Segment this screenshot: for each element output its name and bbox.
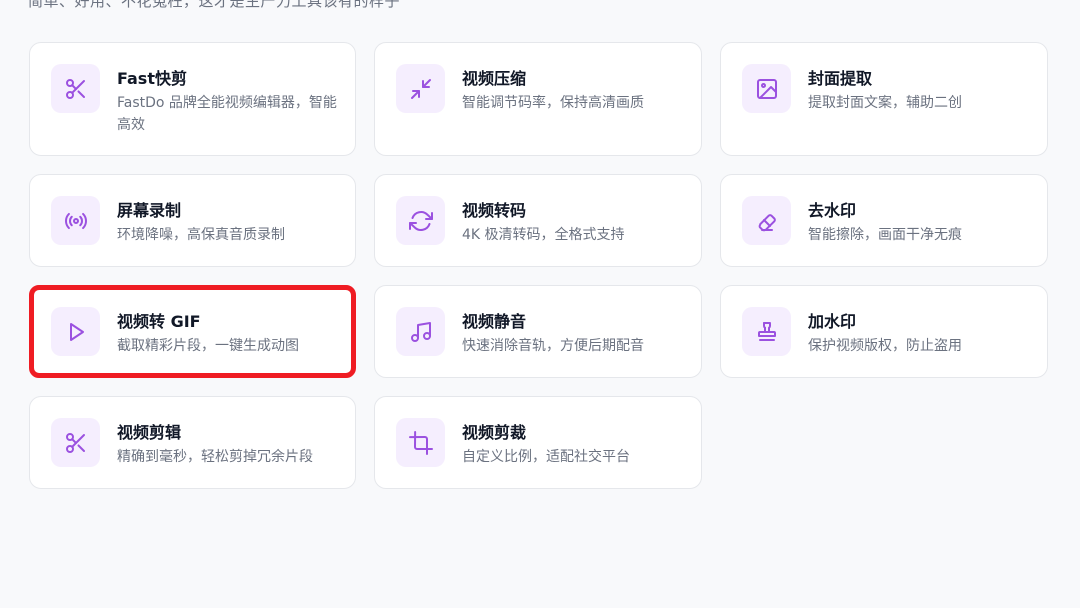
- tool-title: 视频转码: [462, 201, 527, 220]
- play-icon: [51, 307, 100, 356]
- tool-card-video-clip[interactable]: 视频剪辑 精确到毫秒，轻松剪掉冗余片段: [29, 396, 356, 489]
- tool-desc: 自定义比例，适配社交平台: [462, 449, 630, 465]
- eraser-icon: [742, 196, 791, 245]
- tool-title: Fast快剪: [117, 69, 187, 88]
- tool-desc: 保护视频版权，防止盗用: [808, 338, 962, 354]
- tool-title: 视频转 GIF: [117, 312, 201, 331]
- tool-desc: 提取封面文案，辅助二创: [808, 95, 962, 111]
- tool-desc: FastDo 品牌全能视频编辑器，智能高效: [117, 95, 337, 133]
- tool-title: 视频剪裁: [462, 423, 527, 442]
- tool-desc: 智能调节码率，保持高清画质: [462, 95, 644, 111]
- tool-title: 视频静音: [462, 312, 527, 331]
- music-icon: [396, 307, 445, 356]
- tool-title: 去水印: [808, 201, 857, 220]
- tool-grid: Fast快剪 FastDo 品牌全能视频编辑器，智能高效 视频压缩 智能调节码率…: [29, 42, 1048, 489]
- tool-title: 屏幕录制: [117, 201, 182, 220]
- tool-card-screen-record[interactable]: 屏幕录制 环境降噪，高保真音质录制: [29, 174, 356, 267]
- tool-card-fast-edit[interactable]: Fast快剪 FastDo 品牌全能视频编辑器，智能高效: [29, 42, 356, 156]
- tool-card-video-to-gif[interactable]: 视频转 GIF 截取精彩片段，一键生成动图: [29, 285, 356, 378]
- tool-card-video-compress[interactable]: 视频压缩 智能调节码率，保持高清画质: [374, 42, 702, 156]
- compress-icon: [396, 64, 445, 113]
- refresh-icon: [396, 196, 445, 245]
- tool-desc: 精确到毫秒，轻松剪掉冗余片段: [117, 449, 313, 465]
- page-subtitle: 简单、好用、不花冤枉，这才是生产力工具该有的样子: [28, 0, 401, 10]
- stamp-icon: [742, 307, 791, 356]
- tool-desc: 4K 极清转码，全格式支持: [462, 227, 625, 243]
- tool-title: 视频压缩: [462, 69, 527, 88]
- scissors-icon: [51, 64, 100, 113]
- tool-desc: 截取精彩片段，一键生成动图: [117, 338, 299, 354]
- tool-card-add-watermark[interactable]: 加水印 保护视频版权，防止盗用: [720, 285, 1048, 378]
- crop-icon: [396, 418, 445, 467]
- tool-title: 封面提取: [808, 69, 873, 88]
- tool-title: 加水印: [808, 312, 857, 331]
- tool-card-cover-extract[interactable]: 封面提取 提取封面文案，辅助二创: [720, 42, 1048, 156]
- broadcast-icon: [51, 196, 100, 245]
- tool-desc: 环境降噪，高保真音质录制: [117, 227, 285, 243]
- tool-card-video-mute[interactable]: 视频静音 快速消除音轨，方便后期配音: [374, 285, 702, 378]
- image-icon: [742, 64, 791, 113]
- scissors-icon: [51, 418, 100, 467]
- tool-card-remove-watermark[interactable]: 去水印 智能擦除，画面干净无痕: [720, 174, 1048, 267]
- tool-title: 视频剪辑: [117, 423, 182, 442]
- tool-card-video-transcode[interactable]: 视频转码 4K 极清转码，全格式支持: [374, 174, 702, 267]
- tool-desc: 快速消除音轨，方便后期配音: [462, 338, 644, 354]
- tool-card-video-crop[interactable]: 视频剪裁 自定义比例，适配社交平台: [374, 396, 702, 489]
- tool-desc: 智能擦除，画面干净无痕: [808, 227, 962, 243]
